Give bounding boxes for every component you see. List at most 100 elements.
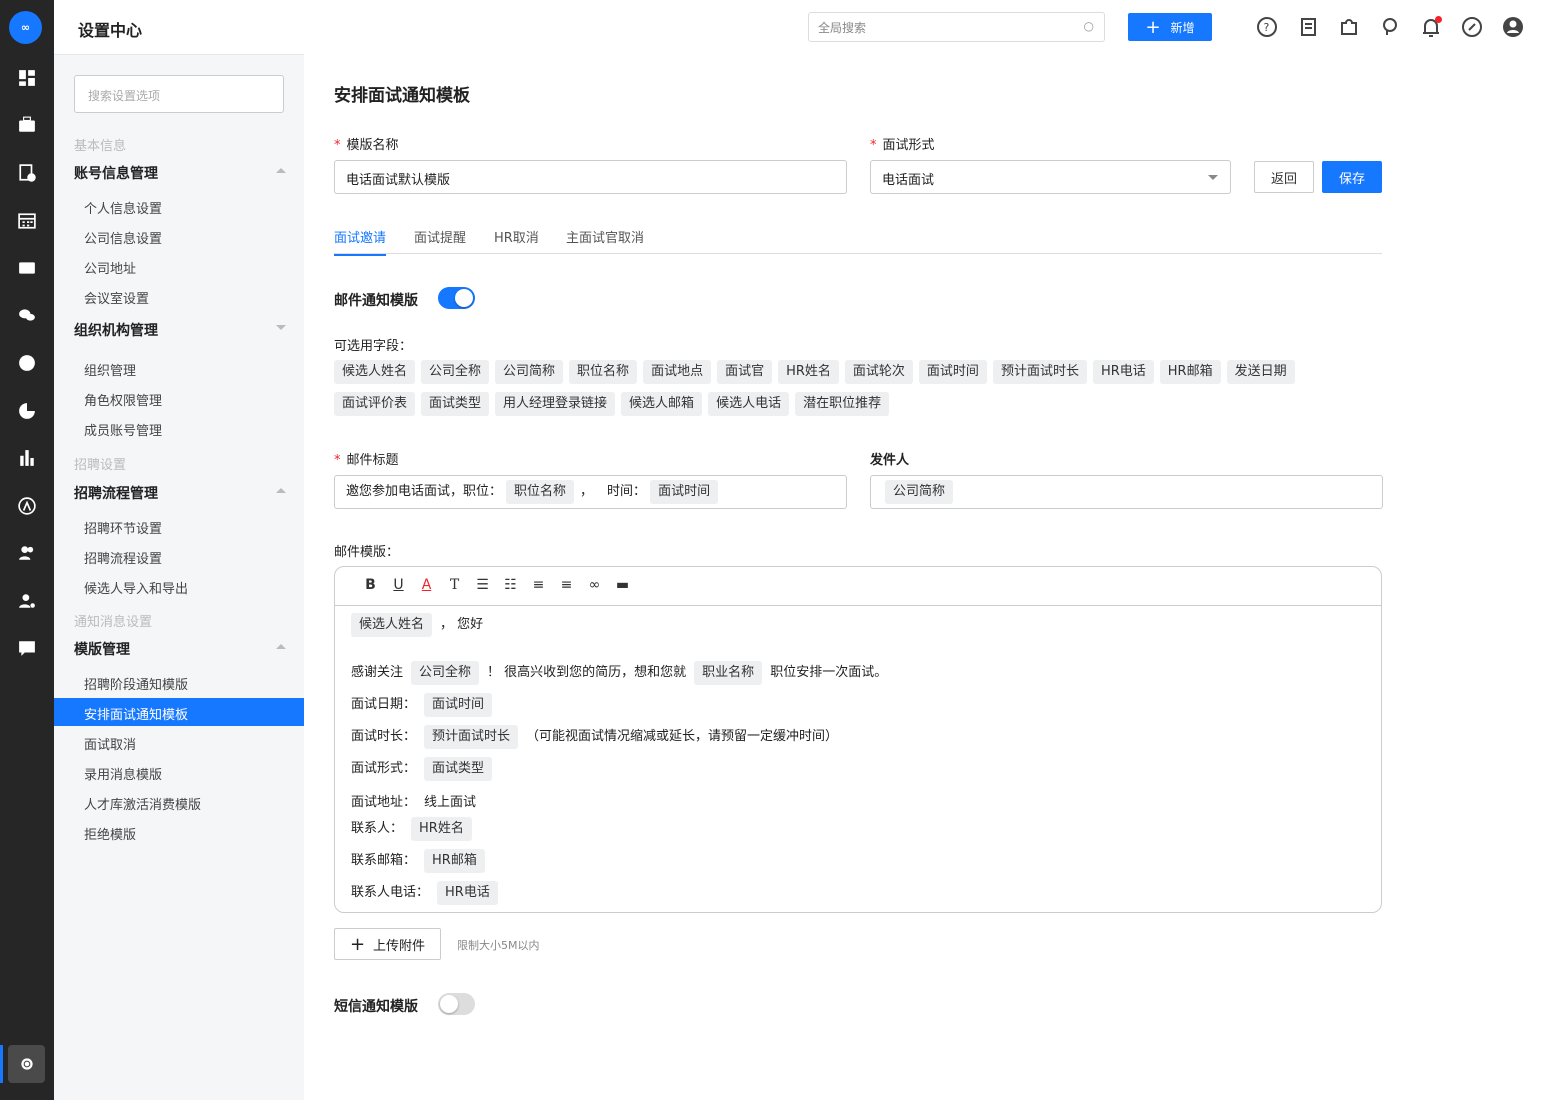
link-icon[interactable]: ∞ xyxy=(587,577,602,605)
id-card-icon[interactable] xyxy=(17,258,37,278)
settings-gear-icon[interactable] xyxy=(8,1045,45,1083)
app-logo[interactable]: ∞ xyxy=(9,11,42,44)
nav-item[interactable]: 角色权限管理 xyxy=(54,384,304,412)
field-tag[interactable]: 职位名称 xyxy=(569,360,638,384)
body-line: 感谢关注 公司全称 ！ 很高兴收到您的简历，想和您就 职业名称 职位安排一次面试。 xyxy=(351,661,887,685)
text-size-icon[interactable]: T xyxy=(447,577,462,605)
bullet-list-icon[interactable]: ☷ xyxy=(503,577,518,605)
nav-item[interactable]: 会议室设置 xyxy=(54,282,304,310)
font-color-icon[interactable]: A xyxy=(419,577,434,605)
field-tag[interactable]: 潜在职位推荐 xyxy=(795,392,890,416)
field-tag[interactable]: 面试时间 xyxy=(918,360,987,384)
field-tag[interactable]: 预计面试时长 xyxy=(992,360,1087,384)
nav-item[interactable]: 人才库激活消费模版 xyxy=(54,788,304,816)
align-right-icon[interactable]: ≡ xyxy=(559,577,574,605)
field-tag[interactable]: 发送日期 xyxy=(1226,360,1295,384)
subject-tag: 面试时间 xyxy=(650,480,719,504)
required-mark: * xyxy=(870,138,877,153)
back-button[interactable]: 返回 xyxy=(1254,161,1314,193)
ordered-list-icon[interactable]: ☰ xyxy=(475,577,490,605)
briefcase-icon[interactable] xyxy=(17,115,37,135)
global-search-input[interactable]: 全局搜索 ○ xyxy=(808,12,1105,42)
user-settings-icon[interactable] xyxy=(17,591,37,611)
nav-item[interactable]: 拒绝模版 xyxy=(54,818,304,846)
nav-item[interactable]: 面试取消 xyxy=(54,728,304,756)
field-tag[interactable]: 候选人姓名 xyxy=(334,360,416,384)
pie-chart-icon[interactable] xyxy=(17,401,37,421)
underline-icon[interactable]: U xyxy=(391,577,406,605)
field-tag[interactable]: 候选人电话 xyxy=(708,392,790,416)
field-tag[interactable]: 面试轮次 xyxy=(844,360,913,384)
field-tag[interactable]: 面试评价表 xyxy=(334,392,416,416)
email-toggle-label: 邮件通知模版 xyxy=(334,293,418,309)
align-center-icon[interactable]: ≡ xyxy=(531,577,546,605)
puzzle-icon[interactable] xyxy=(1338,16,1360,38)
section-label: 模版管理 xyxy=(74,642,130,658)
subject-text: 时间： xyxy=(607,484,647,499)
top-header: 设置中心 全局搜索 ○ + 新增 ? xyxy=(54,0,1544,54)
field-tag[interactable]: 面试地点 xyxy=(643,360,712,384)
section-recruit-flow[interactable]: 招聘流程管理 xyxy=(74,483,286,503)
nav-item[interactable]: 招聘环节设置 xyxy=(54,512,304,540)
field-tag[interactable]: 公司全称 xyxy=(421,360,490,384)
thumbs-up-icon[interactable] xyxy=(17,353,37,373)
template-name-input[interactable]: 电话面试默认模版 xyxy=(334,160,847,194)
upload-attachment-button[interactable]: + 上传附件 xyxy=(334,928,441,960)
tab-hr-cancel[interactable]: HR取消 xyxy=(494,227,539,254)
dashboard-icon[interactable] xyxy=(17,68,37,88)
email-editor[interactable]: B U A T ☰ ☷ ≡ ≡ ∞ ▬ 候选人姓名 ， 您好 感谢关注 公司全称 ！ … xyxy=(334,566,1382,913)
field-tag[interactable]: HR邮箱 xyxy=(1159,360,1221,384)
document-icon[interactable] xyxy=(1297,16,1319,38)
wechat-icon[interactable] xyxy=(17,305,37,325)
bold-icon[interactable]: B xyxy=(363,577,378,605)
users-icon[interactable] xyxy=(17,543,37,563)
field-tag[interactable]: 面试类型 xyxy=(421,392,490,416)
calendar-icon[interactable] xyxy=(17,211,37,231)
help-icon[interactable]: ? xyxy=(1256,16,1278,38)
subject-input[interactable]: 邀您参加电话面试，职位： 职位名称 ， 时间： 面试时间 xyxy=(334,475,847,509)
nav-item[interactable]: 成员账号管理 xyxy=(54,414,304,442)
tab-reminder[interactable]: 面试提醒 xyxy=(414,227,466,254)
field-tag[interactable]: 公司简称 xyxy=(495,360,564,384)
body-line: 面试形式： 面试类型 xyxy=(351,757,500,781)
nav-item[interactable]: 招聘阶段通知模版 xyxy=(54,668,304,696)
section-templates[interactable]: 模版管理 xyxy=(74,639,286,659)
nav-item[interactable]: 组织管理 xyxy=(54,354,304,382)
field-tag[interactable]: 面试官 xyxy=(717,360,773,384)
tab-invite[interactable]: 面试邀请 xyxy=(334,227,387,256)
fields-row-1: 候选人姓名 公司全称 公司简称 职位名称 面试地点 面试官 HR姓名 面试轮次 面试时间 预计面试… xyxy=(334,360,1301,384)
sender-input[interactable]: 公司简称 xyxy=(870,475,1383,509)
required-mark: * xyxy=(334,453,341,468)
user-avatar-icon[interactable] xyxy=(1502,16,1524,38)
tab-interviewer-cancel[interactable]: 主面试官取消 xyxy=(566,227,644,254)
email-toggle[interactable] xyxy=(438,287,475,309)
field-tag[interactable]: HR电话 xyxy=(1092,360,1154,384)
field-tag[interactable]: 候选人邮箱 xyxy=(621,392,703,416)
section-org[interactable]: 组织机构管理 xyxy=(74,320,286,340)
brain-icon[interactable] xyxy=(1379,16,1401,38)
body-text: 面试形式： xyxy=(351,761,417,776)
field-tag[interactable]: HR姓名 xyxy=(778,360,839,384)
section-account[interactable]: 账号信息管理 xyxy=(74,163,286,183)
resume-icon[interactable] xyxy=(17,163,37,183)
nav-item[interactable]: 招聘流程设置 xyxy=(54,542,304,570)
sms-toggle[interactable] xyxy=(438,993,475,1015)
settings-search-input[interactable]: 搜索设置选项 xyxy=(74,75,284,113)
nav-item[interactable]: 公司地址 xyxy=(54,252,304,280)
nav-item[interactable]: 候选人导入和导出 xyxy=(54,572,304,600)
nav-item[interactable]: 个人信息设置 xyxy=(54,192,304,220)
bar-chart-icon[interactable] xyxy=(17,448,37,468)
link-icon[interactable] xyxy=(1461,16,1483,38)
save-button[interactable]: 保存 xyxy=(1322,161,1382,193)
body-text: 面试地址： xyxy=(351,795,417,810)
chat-icon[interactable] xyxy=(17,638,37,658)
interview-type-select[interactable]: 电话面试 xyxy=(870,160,1231,194)
nav-item[interactable]: 公司信息设置 xyxy=(54,222,304,250)
nav-item-active[interactable]: 安排面试通知模板 xyxy=(54,698,304,726)
field-tag[interactable]: 用人经理登录链接 xyxy=(495,392,616,416)
add-new-button[interactable]: + 新增 xyxy=(1128,13,1212,41)
nav-item[interactable]: 录用消息模版 xyxy=(54,758,304,786)
image-icon[interactable]: ▬ xyxy=(615,577,630,605)
notification-bell-icon[interactable] xyxy=(1420,16,1442,38)
circle-a-icon[interactable] xyxy=(17,496,37,516)
